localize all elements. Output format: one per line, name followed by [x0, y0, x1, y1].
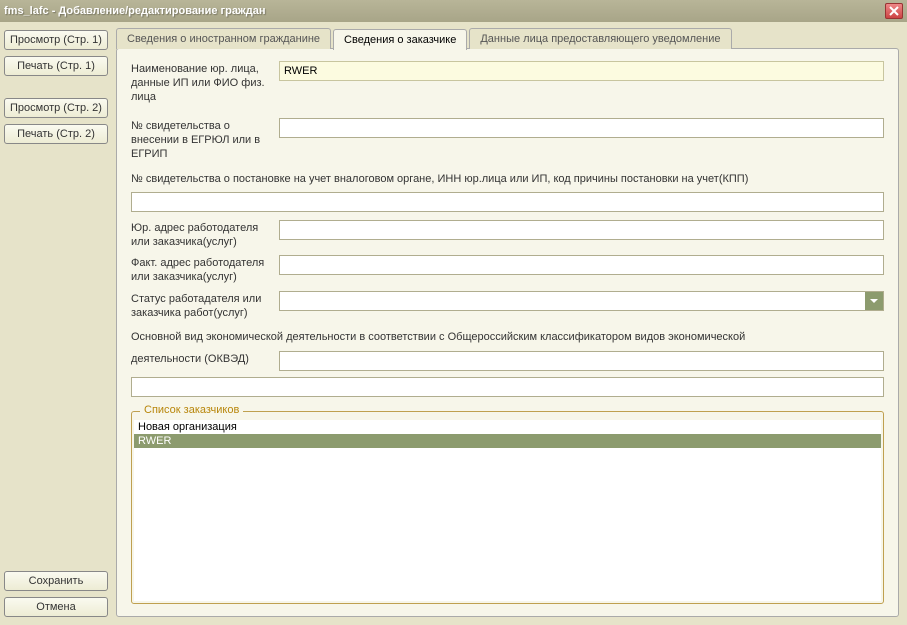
view-page1-button[interactable]: Просмотр (Стр. 1) — [4, 30, 108, 50]
reg-input[interactable] — [279, 118, 884, 138]
okved-input[interactable] — [279, 351, 884, 371]
list-item[interactable]: RWER — [134, 434, 881, 448]
okved-label: деятельности (ОКВЭД) — [131, 351, 279, 367]
name-label: Наименование юр. лица, данные ИП или ФИО… — [131, 61, 279, 104]
tax-text: № свидетельства о постановке на учет вна… — [131, 172, 884, 186]
print-page2-button[interactable]: Печать (Стр. 2) — [4, 124, 108, 144]
chevron-down-icon[interactable] — [865, 292, 883, 310]
close-icon — [889, 6, 899, 16]
tabs: Сведения о иностранном гражданине Сведен… — [116, 28, 899, 49]
window-title: fms_lafc - Добавление/редактирование гра… — [4, 5, 885, 17]
close-button[interactable] — [885, 3, 903, 19]
view-page2-button[interactable]: Просмотр (Стр. 2) — [4, 98, 108, 118]
status-label: Статус работадателя или заказчика работ(… — [131, 291, 279, 321]
tab-customer[interactable]: Сведения о заказчике — [333, 29, 467, 50]
titlebar: fms_lafc - Добавление/редактирование гра… — [0, 0, 907, 22]
print-page1-button[interactable]: Печать (Стр. 1) — [4, 56, 108, 76]
customers-list[interactable]: Новая организацияRWER — [134, 420, 881, 601]
legal-addr-label: Юр. адрес работодателя или заказчика(усл… — [131, 220, 279, 250]
status-select[interactable] — [279, 291, 884, 311]
fact-addr-label: Факт. адрес работодателя или заказчика(у… — [131, 255, 279, 285]
sidebar: Просмотр (Стр. 1) Печать (Стр. 1) Просмо… — [0, 22, 112, 625]
customers-groupbox: Список заказчиков Новая организацияRWER — [131, 411, 884, 604]
legal-addr-input[interactable] — [279, 220, 884, 240]
customers-title: Список заказчиков — [140, 404, 243, 416]
tab-foreign-citizen[interactable]: Сведения о иностранном гражданине — [116, 28, 331, 49]
form-panel: Наименование юр. лица, данные ИП или ФИО… — [116, 48, 899, 617]
cancel-button[interactable]: Отмена — [4, 597, 108, 617]
tax-input[interactable] — [131, 192, 884, 212]
tab-notifier[interactable]: Данные лица предоставляющего уведомление — [469, 28, 731, 49]
save-button[interactable]: Сохранить — [4, 571, 108, 591]
name-input[interactable] — [279, 61, 884, 81]
fact-addr-input[interactable] — [279, 255, 884, 275]
list-item[interactable]: Новая организация — [134, 420, 881, 434]
okved-full-input[interactable] — [131, 377, 884, 397]
reg-label: № свидетельства о внесении в ЕГРЮЛ или в… — [131, 118, 279, 161]
okved-text: Основной вид экономической деятельности … — [131, 330, 884, 344]
